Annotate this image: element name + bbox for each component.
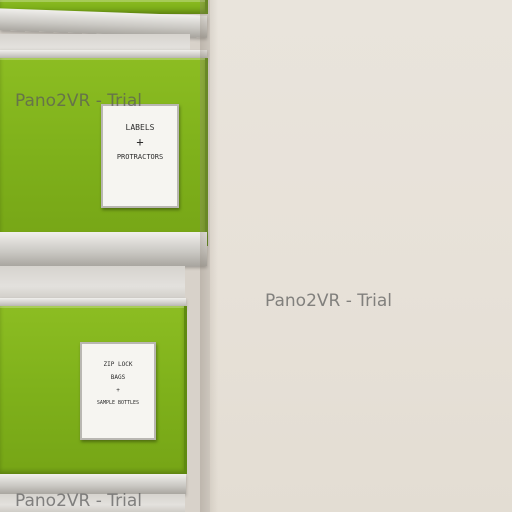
- watermark-center: Pano2VR - Trial: [265, 291, 393, 311]
- rail-drawer-1-bottom: [0, 232, 207, 266]
- cabinet-shadow: [200, 0, 218, 512]
- storage-cabinet: LABELS + PROTRACTORS ZIP LOCK BAGS + SAM…: [0, 0, 210, 512]
- label-line: SAMPLE BOTTLES: [96, 400, 140, 406]
- label-line: +: [136, 135, 144, 149]
- drawer-gap-2: [0, 266, 185, 300]
- drawer-2[interactable]: ZIP LOCK BAGS + SAMPLE BOTTLES: [0, 306, 187, 474]
- label-line: ZIP LOCK: [103, 361, 133, 368]
- drawer-2-label: ZIP LOCK BAGS + SAMPLE BOTTLES: [80, 342, 156, 440]
- label-line: PROTRACTORS: [116, 153, 164, 161]
- drawer-1[interactable]: LABELS + PROTRACTORS: [0, 58, 208, 246]
- watermark-bottom: Pano2VR - Trial: [15, 491, 143, 511]
- wall-panel: [208, 0, 512, 512]
- drawer-1-label: LABELS + PROTRACTORS: [101, 104, 179, 208]
- label-line: BAGS: [110, 374, 126, 381]
- label-line: LABELS: [125, 123, 155, 132]
- label-line: +: [116, 387, 120, 394]
- watermark-top: Pano2VR - Trial: [15, 91, 143, 111]
